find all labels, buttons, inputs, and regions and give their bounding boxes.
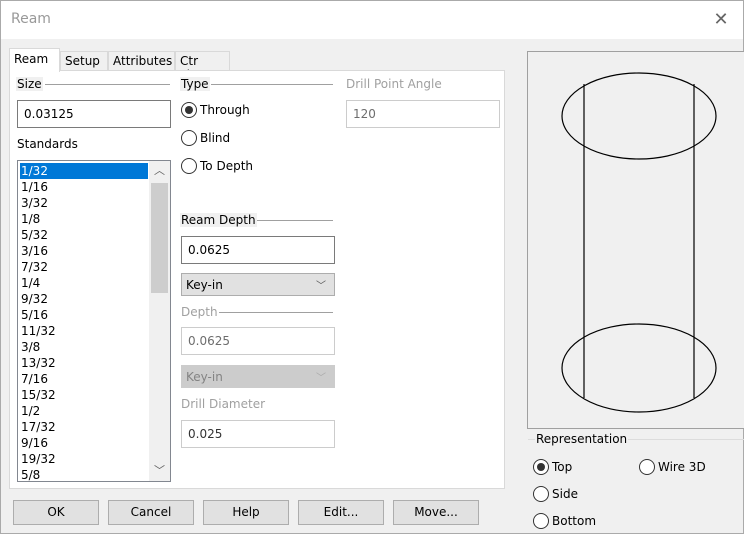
list-item[interactable]: 7/32 — [20, 259, 148, 275]
ream-depth-mode-select[interactable]: Key-in ﹀ — [181, 273, 335, 296]
standards-listbox[interactable]: 1/32 1/16 3/32 1/8 5/32 3/16 7/32 1/4 9/… — [17, 160, 171, 482]
size-input[interactable]: 0.03125 — [17, 100, 171, 128]
radio-unselected-icon — [181, 130, 197, 146]
list-item[interactable]: 7/16 — [20, 371, 148, 387]
list-item[interactable]: 11/32 — [20, 323, 148, 339]
chevron-up-icon[interactable]: ︿ — [149, 161, 170, 181]
ream-depth-mode-value: Key-in — [186, 278, 223, 292]
radio-side[interactable]: Side — [533, 485, 578, 503]
tab-ctr-line[interactable]: Ctr Line — [175, 51, 230, 82]
scroll-thumb[interactable] — [151, 183, 168, 293]
radio-selected-icon — [181, 102, 197, 118]
drill-point-angle-input[interactable]: 120 — [346, 100, 500, 128]
list-item[interactable]: 1/32 — [20, 163, 148, 179]
list-item[interactable]: 1/4 — [20, 275, 148, 291]
radio-to-depth-label: To Depth — [200, 159, 253, 173]
chevron-down-icon[interactable]: ﹀ — [149, 461, 170, 481]
edit-button[interactable]: Edit... — [298, 500, 384, 525]
radio-through[interactable]: Through — [181, 101, 250, 119]
list-item[interactable]: 5/8 — [20, 467, 148, 481]
move-button[interactable]: Move... — [393, 500, 479, 525]
list-item[interactable]: 1/2 — [20, 403, 148, 419]
list-item[interactable]: 9/32 — [20, 291, 148, 307]
list-item[interactable]: 19/32 — [20, 451, 148, 467]
size-divider — [45, 84, 170, 85]
radio-unselected-icon — [533, 513, 549, 529]
list-item[interactable]: 1/8 — [20, 211, 148, 227]
radio-unselected-icon — [181, 158, 197, 174]
radio-top[interactable]: Top — [533, 458, 572, 476]
radio-wire-3d[interactable]: Wire 3D — [639, 458, 706, 476]
representation-label: Representation — [535, 432, 629, 446]
depth-mode-select[interactable]: Key-in ﹀ — [181, 365, 335, 388]
drill-diameter-label: Drill Diameter — [180, 397, 267, 411]
chevron-down-icon: ﹀ — [316, 373, 326, 384]
tab-ream[interactable]: Ream — [9, 48, 60, 72]
ream-depth-label: Ream Depth — [180, 213, 257, 227]
close-icon[interactable]: ✕ — [711, 10, 731, 30]
list-item[interactable]: 15/32 — [20, 387, 148, 403]
radio-bottom[interactable]: Bottom — [533, 512, 596, 530]
list-item[interactable]: 5/32 — [20, 227, 148, 243]
help-button[interactable]: Help — [203, 500, 289, 525]
depth-divider — [213, 312, 333, 313]
radio-selected-icon — [533, 459, 549, 475]
standards-scrollbar[interactable]: ︿ ﹀ — [149, 161, 170, 481]
ream-depth-divider — [257, 220, 333, 221]
radio-blind-label: Blind — [200, 131, 231, 145]
list-item[interactable]: 3/8 — [20, 339, 148, 355]
chevron-down-icon: ﹀ — [316, 281, 326, 292]
drill-point-angle-label: Drill Point Angle — [345, 77, 443, 91]
tab-setup[interactable]: Setup — [60, 51, 108, 71]
list-item[interactable]: 9/16 — [20, 435, 148, 451]
radio-bottom-label: Bottom — [552, 514, 597, 528]
radio-side-label: Side — [552, 487, 578, 501]
list-item[interactable]: 5/16 — [20, 307, 148, 323]
radio-wire-3d-label: Wire 3D — [658, 460, 706, 474]
list-item[interactable]: 3/32 — [20, 195, 148, 211]
radio-through-label: Through — [200, 103, 250, 117]
type-label: Type — [180, 77, 210, 91]
list-item[interactable]: 13/32 — [20, 355, 148, 371]
drill-diameter-input[interactable]: 0.025 — [181, 420, 335, 448]
cancel-button[interactable]: Cancel — [108, 500, 194, 525]
list-item[interactable]: 1/16 — [20, 179, 148, 195]
preview-pane — [527, 51, 744, 429]
ream-dialog: Ream ✕ Ream Setup Attributes Ctr Line Si… — [0, 0, 744, 534]
top-ellipse — [561, 72, 717, 160]
list-item[interactable]: 17/32 — [20, 419, 148, 435]
list-item[interactable]: 3/16 — [20, 243, 148, 259]
cylinder-preview — [561, 72, 717, 413]
standards-label: Standards — [16, 137, 79, 151]
depth-label: Depth — [180, 305, 219, 319]
radio-top-label: Top — [552, 460, 573, 474]
ream-depth-input[interactable]: 0.0625 — [181, 236, 335, 264]
radio-unselected-icon — [533, 486, 549, 502]
bottom-ellipse — [561, 323, 717, 413]
radio-to-depth[interactable]: To Depth — [181, 157, 253, 175]
ok-button[interactable]: OK — [13, 500, 99, 525]
radio-blind[interactable]: Blind — [181, 129, 230, 147]
depth-input[interactable]: 0.0625 — [181, 327, 335, 355]
tab-attributes[interactable]: Attributes — [108, 51, 175, 71]
depth-mode-value: Key-in — [186, 370, 223, 384]
radio-unselected-icon — [639, 459, 655, 475]
window-title: Ream — [11, 11, 51, 27]
type-divider — [211, 84, 333, 85]
title-bar: Ream ✕ — [1, 1, 743, 39]
size-label: Size — [16, 77, 43, 91]
